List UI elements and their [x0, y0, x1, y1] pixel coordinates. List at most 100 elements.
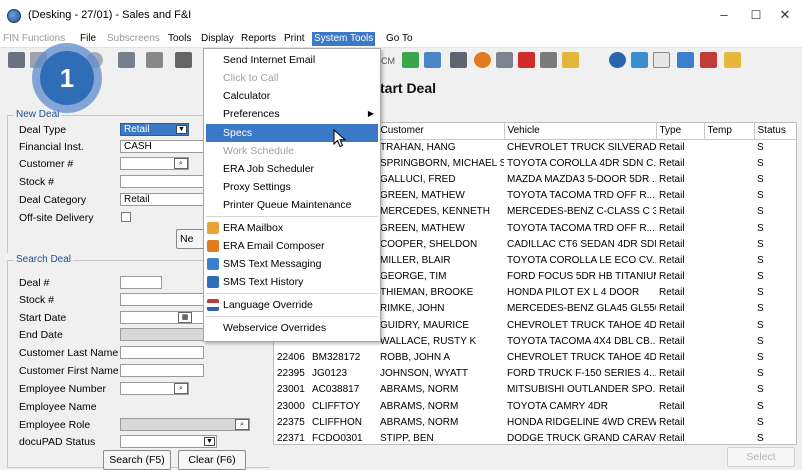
- customer-last-name-field[interactable]: [120, 346, 204, 359]
- toolbar-calendar-icon[interactable]: [424, 52, 441, 68]
- step-badge: 1: [32, 43, 102, 113]
- cell-customer: WALLACE, RUSTY K: [380, 335, 477, 347]
- toolbar-car-icon[interactable]: [402, 52, 419, 68]
- cell-customer: SPRINGBORN, MICHAEL S: [380, 157, 504, 169]
- menu-sms-text-messaging[interactable]: SMS Text Messaging: [204, 255, 380, 273]
- column-header-status[interactable]: Status: [754, 123, 796, 140]
- table-row[interactable]: 22371 FCDO0301 STIPP, BEN DODGE TRUCK GRAND…: [274, 430, 796, 444]
- column-header-customer[interactable]: Customer: [377, 123, 505, 140]
- maximize-button[interactable]: ☐: [746, 6, 766, 24]
- table-row[interactable]: 23001 AC038817 ABRAMS, NORM MITSUBISHI OUTL…: [274, 382, 796, 398]
- toolbar-grid-icon[interactable]: [118, 52, 135, 68]
- menu-system-tools[interactable]: System Tools: [312, 32, 376, 46]
- menu-file[interactable]: File: [80, 32, 96, 46]
- cell-status: S: [757, 271, 764, 283]
- new-deal-button[interactable]: Ne: [176, 229, 206, 249]
- customer-first-name-field[interactable]: [120, 364, 204, 377]
- cell-temp: [704, 366, 754, 382]
- deal-category-select[interactable]: Retail: [120, 193, 204, 206]
- table-row[interactable]: 23000 CLIFFTOY ABRAMS, NORM TOYOTA CAMRY 4D…: [274, 398, 796, 414]
- toolbar-checklist-icon[interactable]: [562, 52, 579, 68]
- menu-go-to[interactable]: Go To: [386, 32, 413, 46]
- cell-customer: GREEN, MATHEW: [380, 222, 465, 234]
- deal-number-field[interactable]: [120, 276, 162, 289]
- cell-customer: GALLUCI, FRED: [380, 173, 456, 185]
- cell-type: Retail: [659, 141, 685, 153]
- select-button[interactable]: Select: [727, 447, 795, 467]
- column-header-type[interactable]: Type: [656, 123, 705, 140]
- menu-sms-text-history[interactable]: SMS Text History: [204, 273, 380, 291]
- menu-send-internet-email[interactable]: Send Internet Email: [204, 51, 380, 69]
- deal-type-select[interactable]: Retail ▼: [120, 123, 189, 136]
- employee-search-icon[interactable]: ⌕: [174, 383, 188, 394]
- menu-era-mailbox[interactable]: ERA Mailbox: [204, 219, 380, 237]
- cell-status: S: [757, 384, 764, 396]
- start-date-label: Start Date: [19, 312, 67, 324]
- menu-proxy-settings[interactable]: Proxy Settings: [204, 178, 380, 196]
- chevron-right-icon: ▶: [367, 109, 374, 118]
- cell-deal: 22406: [277, 352, 305, 364]
- app-logo-icon: [7, 9, 21, 23]
- menu-era-job-scheduler[interactable]: ERA Job Scheduler: [204, 160, 380, 178]
- calendar-icon[interactable]: ▦: [178, 312, 192, 323]
- menu-era-email-composer[interactable]: ERA Email Composer: [204, 237, 380, 255]
- toolbar-user-icon[interactable]: [496, 52, 513, 68]
- table-row[interactable]: 22375 CLIFFHON ABRAMS, NORM HONDA RIDGELINE…: [274, 414, 796, 430]
- menu-webservice-overrides[interactable]: Webservice Overrides: [204, 319, 380, 337]
- customer-first-name-label: Customer First Name: [19, 365, 119, 377]
- menu-separator: [206, 293, 378, 294]
- menu-specs[interactable]: Specs: [206, 124, 378, 142]
- chevron-down-icon[interactable]: ▼: [176, 125, 187, 134]
- minimize-button[interactable]: –: [714, 6, 734, 24]
- role-search-icon[interactable]: ⌕: [235, 419, 249, 430]
- offsite-delivery-label: Off-site Delivery: [19, 212, 94, 224]
- stock-field[interactable]: [120, 175, 204, 188]
- toolbar-transfer-icon[interactable]: [677, 52, 694, 68]
- toolbar-misc-icon[interactable]: [175, 52, 192, 68]
- toolbar-compass-icon[interactable]: [631, 52, 648, 68]
- cell-customer: JOHNSON, WYATT: [380, 368, 468, 380]
- menu-language-override[interactable]: Language Override: [204, 296, 380, 314]
- table-row[interactable]: 22406 BM328172 ROBB, JOHN A CHEVROLET TRUCK…: [274, 349, 796, 365]
- chevron-down-icon[interactable]: ▼: [204, 437, 215, 446]
- search-button[interactable]: Search (F5): [103, 450, 171, 470]
- toolbar-folder-icon[interactable]: [450, 52, 467, 68]
- cell-type: Retail: [659, 400, 685, 412]
- toolbar-person-icon[interactable]: [474, 52, 491, 68]
- menu-reports[interactable]: Reports: [241, 32, 276, 46]
- search-stock-field[interactable]: [120, 293, 204, 306]
- menu-work-schedule[interactable]: Work Schedule: [204, 142, 380, 160]
- table-row[interactable]: 22395 JG0123 JOHNSON, WYATT FORD TRUCK F-15…: [274, 366, 796, 382]
- financial-inst-field[interactable]: CASH: [120, 140, 204, 153]
- toolbar-chat-icon[interactable]: [724, 52, 741, 68]
- cell-status: S: [757, 368, 764, 380]
- menu-display[interactable]: Display: [201, 32, 234, 46]
- column-header-temp[interactable]: Temp: [704, 123, 755, 140]
- close-button[interactable]: ✕: [775, 6, 795, 24]
- clear-button[interactable]: Clear (F6): [178, 450, 246, 470]
- docupad-status-select[interactable]: ▼: [120, 435, 217, 448]
- cell-customer: GREEN, MATHEW: [380, 190, 465, 202]
- toolbar-alert-icon[interactable]: [518, 52, 535, 68]
- toolbar-print-icon[interactable]: [146, 52, 163, 68]
- email-composer-icon: [207, 240, 219, 252]
- menu-tools[interactable]: Tools: [168, 32, 191, 46]
- menu-subscreens[interactable]: Subscreens: [107, 32, 160, 46]
- cell-customer: RIMKE, JOHN: [380, 303, 445, 315]
- column-header-vehicle[interactable]: Vehicle: [504, 123, 657, 140]
- customer-search-icon[interactable]: ⌕: [174, 158, 188, 169]
- cell-customer: COOPER, SHELDON: [380, 238, 478, 250]
- toolbar-on-icon[interactable]: [609, 52, 626, 68]
- menu-printer-queue-maintenance[interactable]: Printer Queue Maintenance: [204, 196, 380, 214]
- menu-click-to-call[interactable]: Click to Call: [204, 69, 380, 87]
- toolbar-flag-icon[interactable]: [700, 52, 717, 68]
- toolbar-doc-icon[interactable]: [8, 52, 25, 68]
- offsite-delivery-checkbox[interactable]: [121, 212, 131, 222]
- menu-calculator[interactable]: Calculator: [204, 87, 380, 105]
- menu-preferences[interactable]: Preferences ▶: [204, 105, 380, 123]
- toolbar-message-icon[interactable]: [540, 52, 557, 68]
- menu-era-mailbox-label: ERA Mailbox: [223, 222, 284, 234]
- menu-print[interactable]: Print: [284, 32, 305, 46]
- toolbar-keypad-icon[interactable]: [653, 52, 670, 68]
- cell-type: Retail: [659, 303, 685, 315]
